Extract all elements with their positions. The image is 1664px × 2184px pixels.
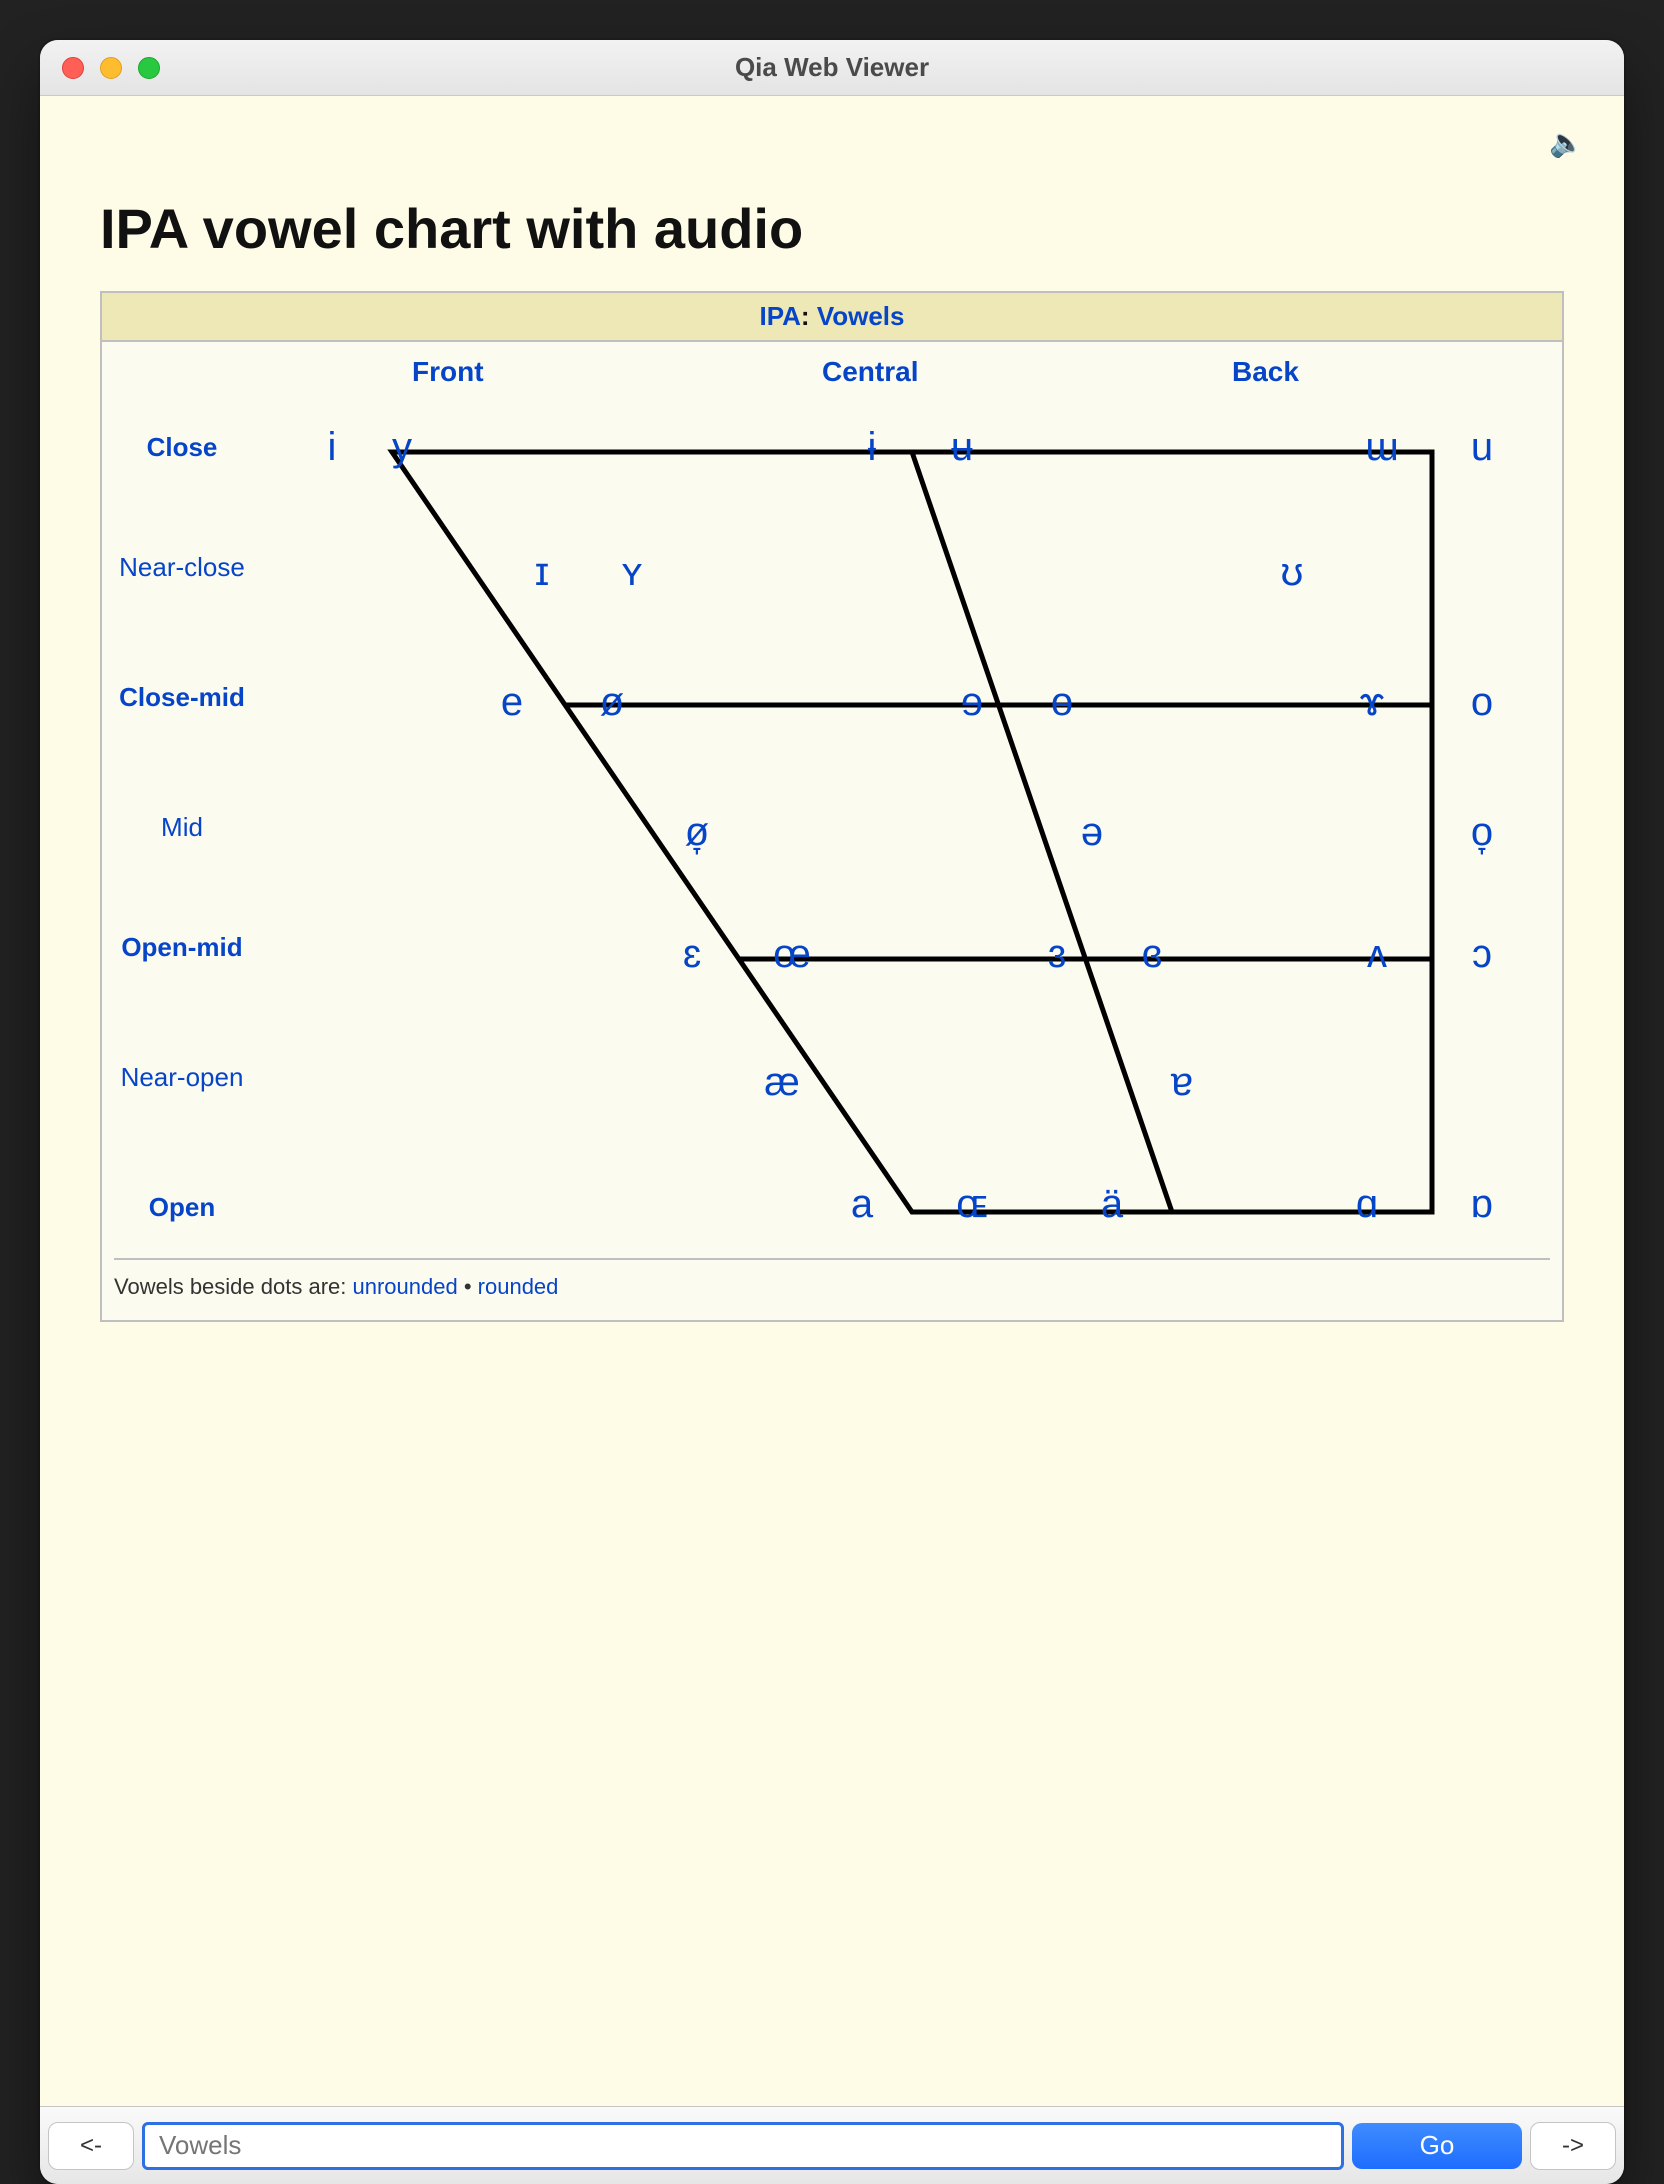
forward-button[interactable]: -> xyxy=(1530,2122,1616,2170)
close-window-button[interactable] xyxy=(62,57,84,79)
trapezoid-frame xyxy=(272,412,1492,1232)
legend-unrounded-link[interactable]: unrounded xyxy=(352,1274,457,1299)
row-close: Close xyxy=(102,432,262,463)
vowel-turned-m[interactable]: ɯ xyxy=(1365,427,1398,467)
vowel-cap-oe[interactable]: ɶ xyxy=(956,1184,988,1224)
legend-rounded-link[interactable]: rounded xyxy=(478,1274,559,1299)
titlebar: Qia Web Viewer xyxy=(40,40,1624,96)
content-area: 🔈 IPA vowel chart with audio IPA: Vowels… xyxy=(40,96,1624,2106)
vowel-o-slash[interactable]: ø xyxy=(600,682,624,722)
vowel-small-cap-y[interactable]: ʏ xyxy=(622,552,643,592)
vowel-barred-u[interactable]: ʉ xyxy=(951,427,973,467)
app-window: Qia Web Viewer 🔈 IPA vowel chart with au… xyxy=(40,40,1624,2184)
vowel-reversed-e[interactable]: ɘ xyxy=(961,682,983,722)
vowel-upsilon[interactable]: ʊ xyxy=(1281,552,1304,592)
vowel-barred-o[interactable]: ɵ xyxy=(1051,682,1073,722)
legend-sep: • xyxy=(464,1274,478,1299)
vowel-schwa[interactable]: ə xyxy=(1081,812,1103,852)
vowel-turned-script-a[interactable]: ɒ xyxy=(1471,1184,1493,1224)
row-near-close: Near-close xyxy=(102,552,262,583)
chart-body: Front Central Back Close Near-close Clos… xyxy=(102,342,1562,1242)
vowel-a-central[interactable]: ä xyxy=(1101,1184,1123,1224)
vowel-y[interactable]: y xyxy=(392,427,412,467)
vowel-epsilon[interactable]: ɛ xyxy=(683,934,701,974)
row-mid: Mid xyxy=(102,812,262,843)
minimize-window-button[interactable] xyxy=(100,57,122,79)
vowel-chart: IPA: Vowels Front Central Back Close Nea… xyxy=(100,291,1564,1322)
vowel-o[interactable]: o xyxy=(1471,682,1493,722)
row-open: Open xyxy=(102,1192,262,1223)
row-close-mid: Close-mid xyxy=(102,682,262,713)
vowel-turned-a[interactable]: ɐ xyxy=(1171,1062,1193,1102)
vowel-open-o[interactable]: ɔ xyxy=(1472,934,1492,974)
page-title: IPA vowel chart with audio xyxy=(100,196,1564,261)
vowel-rev-epsilon[interactable]: ɜ xyxy=(1048,934,1066,974)
col-central: Central xyxy=(822,356,918,388)
chart-header: IPA: Vowels xyxy=(102,293,1562,342)
vowel-u[interactable]: u xyxy=(1471,427,1493,467)
back-button[interactable]: <- xyxy=(48,2122,134,2170)
col-back: Back xyxy=(1232,356,1299,388)
col-front: Front xyxy=(412,356,484,388)
vowel-closed-rev-epsilon[interactable]: ɞ xyxy=(1142,934,1162,974)
ipa-link[interactable]: IPA xyxy=(760,301,801,331)
zoom-window-button[interactable] xyxy=(138,57,160,79)
vowel-e[interactable]: e xyxy=(501,682,523,722)
legend-text: Vowels beside dots are: xyxy=(114,1274,352,1299)
vowel-script-a[interactable]: ɑ xyxy=(1356,1184,1378,1224)
chart-legend: Vowels beside dots are: unrounded • roun… xyxy=(102,1242,1562,1320)
vowel-oe[interactable]: œ xyxy=(773,934,811,974)
row-open-mid: Open-mid xyxy=(102,932,262,963)
traffic-lights xyxy=(62,57,160,79)
row-near-open: Near-open xyxy=(102,1062,262,1093)
vowel-small-cap-i[interactable]: ɪ xyxy=(535,552,549,592)
vowel-turned-v[interactable]: ʌ xyxy=(1367,934,1387,974)
vowel-o-slash-lowered[interactable]: ø̞ xyxy=(685,812,709,852)
vowel-a[interactable]: a xyxy=(851,1184,873,1224)
bottom-toolbar: <- Go -> xyxy=(40,2106,1624,2184)
vowel-barred-i[interactable]: ɨ xyxy=(868,427,877,467)
go-button[interactable]: Go xyxy=(1352,2123,1522,2169)
vowel-i[interactable]: i xyxy=(328,427,337,467)
vowels-link[interactable]: Vowels xyxy=(817,301,905,331)
vowel-o-lowered[interactable]: o̞ xyxy=(1471,812,1493,852)
address-input[interactable] xyxy=(142,2122,1344,2170)
vowel-ae[interactable]: æ xyxy=(764,1062,800,1102)
vowel-rams-horn[interactable]: ɤ xyxy=(1360,682,1385,722)
speaker-icon[interactable]: 🔈 xyxy=(1549,126,1584,159)
window-title: Qia Web Viewer xyxy=(40,52,1624,83)
